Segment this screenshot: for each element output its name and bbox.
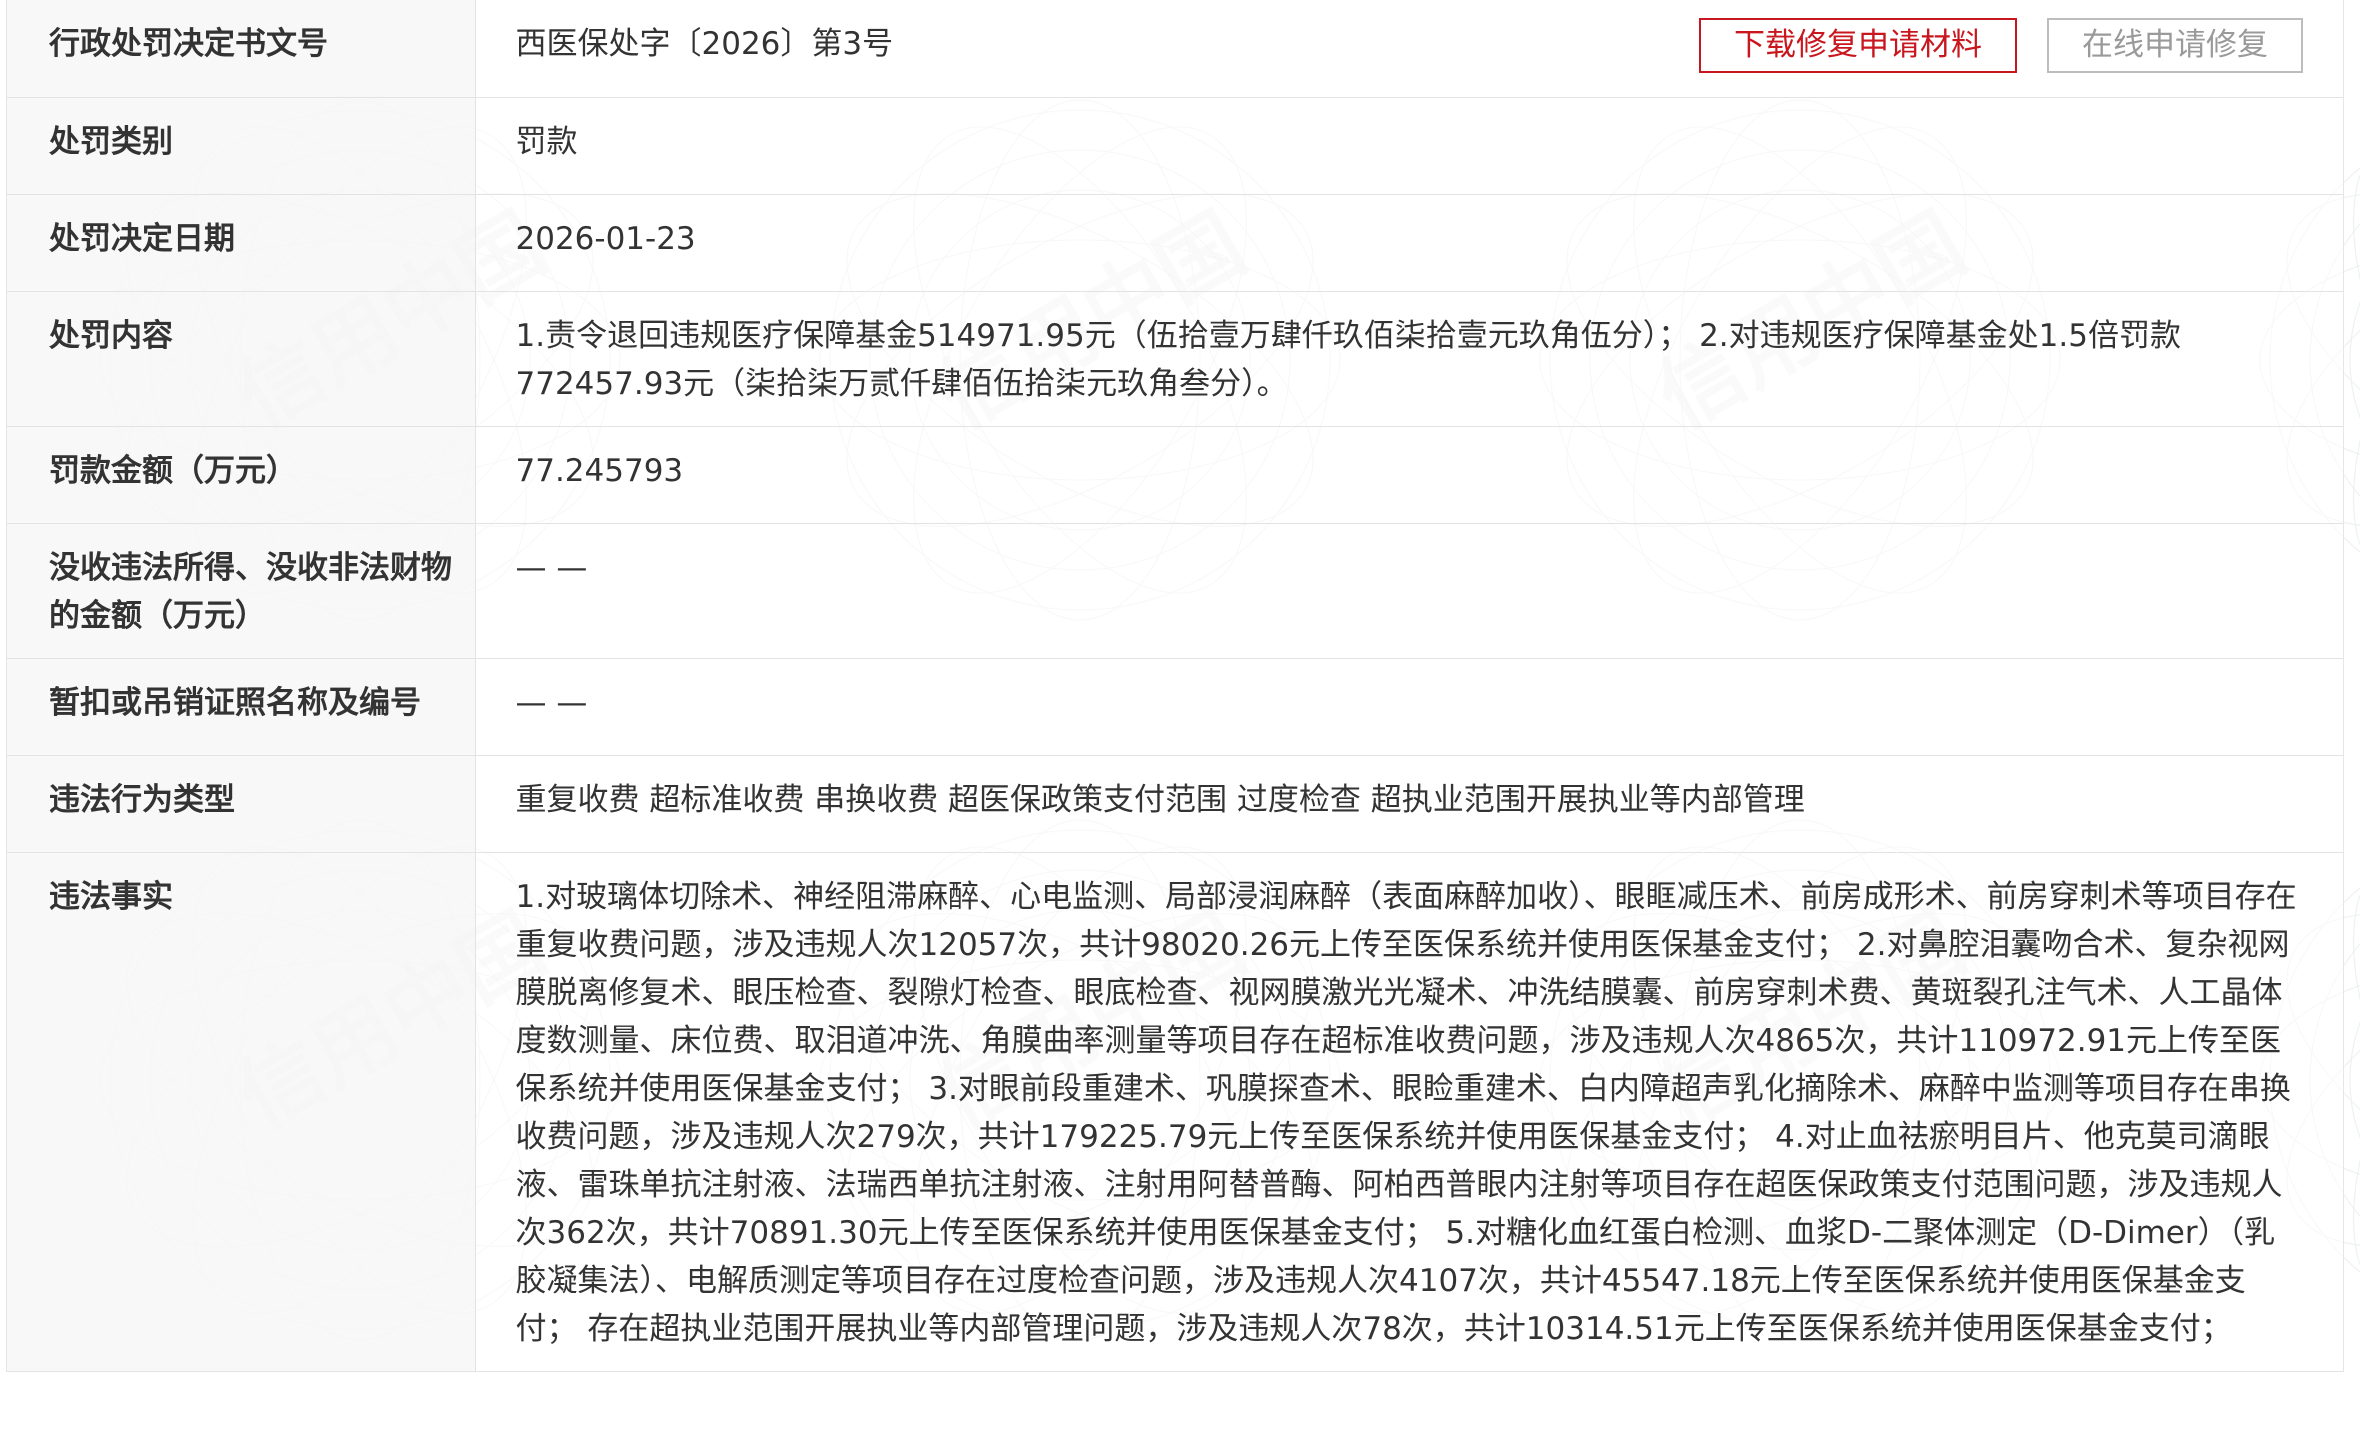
- field-label-decision-date: 处罚决定日期: [7, 194, 476, 292]
- table-row: 处罚决定日期 2026-01-23: [7, 194, 2343, 292]
- field-value-decision-number: 西医保处字〔2026〕第3号 下载修复申请材料 在线申请修复: [475, 0, 2343, 98]
- field-label-penalty-content: 处罚内容: [7, 291, 476, 427]
- field-label-decision-number: 行政处罚决定书文号: [7, 0, 476, 98]
- table-row: 罚款金额（万元） 77.245793: [7, 426, 2343, 524]
- field-value-penalty-type: 罚款: [475, 97, 2343, 195]
- field-label-confiscation-amount: 没收违法所得、没收非法财物的金额（万元）: [7, 523, 476, 659]
- field-label-license-revoked: 暂扣或吊销证照名称及编号: [7, 658, 476, 756]
- penalty-detail-panel: 行政处罚决定书文号 西医保处字〔2026〕第3号 下载修复申请材料 在线申请修复…: [6, 0, 2344, 1372]
- table-row: 违法行为类型 重复收费 超标准收费 串换收费 超医保政策支付范围 过度检查 超执…: [7, 755, 2343, 853]
- field-value-decision-date: 2026-01-23: [475, 194, 2343, 292]
- table-row: 行政处罚决定书文号 西医保处字〔2026〕第3号 下载修复申请材料 在线申请修复: [7, 0, 2343, 98]
- field-value-violation-facts: 1.对玻璃体切除术、神经阻滞麻醉、心电监测、局部浸润麻醉（表面麻醉加收）、眼眶减…: [475, 852, 2343, 1372]
- field-label-penalty-type: 处罚类别: [7, 97, 476, 195]
- field-value-license-revoked: — —: [475, 658, 2343, 756]
- decision-number-text: 西医保处字〔2026〕第3号: [515, 26, 894, 62]
- field-value-violation-type: 重复收费 超标准收费 串换收费 超医保政策支付范围 过度检查 超执业范围开展执业…: [475, 755, 2343, 853]
- field-value-fine-amount: 77.245793: [475, 426, 2343, 524]
- penalty-detail-table: 行政处罚决定书文号 西医保处字〔2026〕第3号 下载修复申请材料 在线申请修复…: [7, 0, 2343, 1372]
- table-row: 处罚内容 1.责令退回违规医疗保障基金514971.95元（伍拾壹万肆仟玖佰柒拾…: [7, 291, 2343, 427]
- field-label-fine-amount: 罚款金额（万元）: [7, 426, 476, 524]
- table-row: 违法事实 1.对玻璃体切除术、神经阻滞麻醉、心电监测、局部浸润麻醉（表面麻醉加收…: [7, 852, 2343, 1372]
- table-row: 暂扣或吊销证照名称及编号 — —: [7, 658, 2343, 756]
- table-row: 处罚类别 罚款: [7, 97, 2343, 195]
- action-buttons: 下载修复申请材料 在线申请修复: [1699, 18, 2303, 73]
- table-row: 没收违法所得、没收非法财物的金额（万元） — —: [7, 523, 2343, 659]
- field-label-violation-facts: 违法事实: [7, 852, 476, 1372]
- field-label-violation-type: 违法行为类型: [7, 755, 476, 853]
- field-value-penalty-content: 1.责令退回违规医疗保障基金514971.95元（伍拾壹万肆仟玖佰柒拾壹元玖角伍…: [475, 291, 2343, 427]
- download-repair-materials-button[interactable]: 下载修复申请材料: [1699, 18, 2017, 73]
- field-value-confiscation-amount: — —: [475, 523, 2343, 659]
- online-repair-button[interactable]: 在线申请修复: [2047, 18, 2303, 73]
